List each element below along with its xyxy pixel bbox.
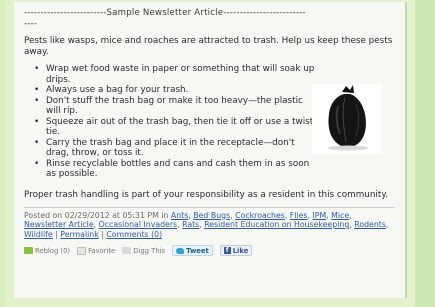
reblog-icon xyxy=(24,247,33,255)
category-link-rats[interactable]: Rats xyxy=(182,220,199,229)
left-margin-strip xyxy=(0,0,6,307)
tips-list: Wrap wet food waste in paper or somethin… xyxy=(24,64,318,180)
category-link-bed-bugs[interactable]: Bed Bugs xyxy=(193,211,230,220)
favorite-label: Favorite xyxy=(88,246,116,255)
category-link-rodents[interactable]: Rodents xyxy=(354,220,386,229)
reblog-label: Reblog (0) xyxy=(35,246,71,255)
digg-button[interactable]: Digg This xyxy=(122,247,165,255)
favorite-icon xyxy=(77,246,87,255)
list-item: Rinse recyclable bottles and cans and ca… xyxy=(34,159,318,180)
meta-separator xyxy=(24,206,395,208)
tweet-button[interactable]: Tweet xyxy=(172,245,213,257)
category-link-resident-education[interactable]: Resident Education on Housekeeping xyxy=(204,220,349,229)
post-meta: Posted on 02/29/2012 at 05:31 PM in Ants… xyxy=(24,210,389,239)
tweet-label: Tweet xyxy=(186,246,209,255)
list-item: Don't stuff the trash bag or make it too… xyxy=(34,96,318,117)
category-link-occasional-invaders[interactable]: Occasional Invaders xyxy=(99,220,178,229)
reblog-button[interactable]: Reblog (0) xyxy=(24,247,70,255)
comments-link[interactable]: Comments (0) xyxy=(106,230,162,239)
article-content: Wrap wet food waste in paper or somethin… xyxy=(24,64,395,180)
list-item: Wrap wet food waste in paper or somethin… xyxy=(34,64,318,85)
category-link-wildlife[interactable]: Wildlife xyxy=(24,230,53,239)
facebook-like-button[interactable]: f Like xyxy=(219,245,253,257)
article-closing: Proper trash handling is part of your re… xyxy=(24,189,389,200)
right-margin-strip xyxy=(415,0,435,307)
category-link-mice[interactable]: Mice xyxy=(331,211,349,220)
category-link-newsletter-article[interactable]: Newsletter Article xyxy=(24,220,94,229)
twitter-bird-icon xyxy=(176,247,185,254)
list-item: Carry the trash bag and place it in the … xyxy=(34,138,318,159)
posted-date-text: Posted on 02/29/2012 at 05:31 PM in xyxy=(24,210,169,220)
page-background: -------------------------Sample Newslett… xyxy=(0,0,435,307)
category-link-ants[interactable]: Ants xyxy=(171,211,188,220)
digg-icon xyxy=(122,247,132,255)
list-item: Always use a bag for your trash. xyxy=(34,85,318,96)
favorite-button[interactable]: Favorite xyxy=(77,246,116,255)
permalink-link[interactable]: Permalink xyxy=(60,230,98,239)
article-intro: Pests like wasps, mice and roaches are a… xyxy=(24,36,393,57)
facebook-icon: f xyxy=(223,247,231,255)
category-link-flies[interactable]: Flies xyxy=(290,211,308,220)
trash-bag-image xyxy=(312,84,382,154)
newsletter-post: -------------------------Sample Newslett… xyxy=(14,2,407,298)
article-divider-heading: -------------------------Sample Newslett… xyxy=(24,8,306,29)
list-item: Squeeze air out of the trash bag, then t… xyxy=(34,117,318,138)
category-link-ipm[interactable]: IPM xyxy=(312,211,326,220)
like-label: Like xyxy=(232,246,249,255)
share-bar: Reblog (0) Favorite Digg This Tweet f Li… xyxy=(24,245,395,257)
category-link-cockroaches[interactable]: Cockroaches xyxy=(235,211,285,220)
digg-label: Digg This xyxy=(133,246,166,255)
